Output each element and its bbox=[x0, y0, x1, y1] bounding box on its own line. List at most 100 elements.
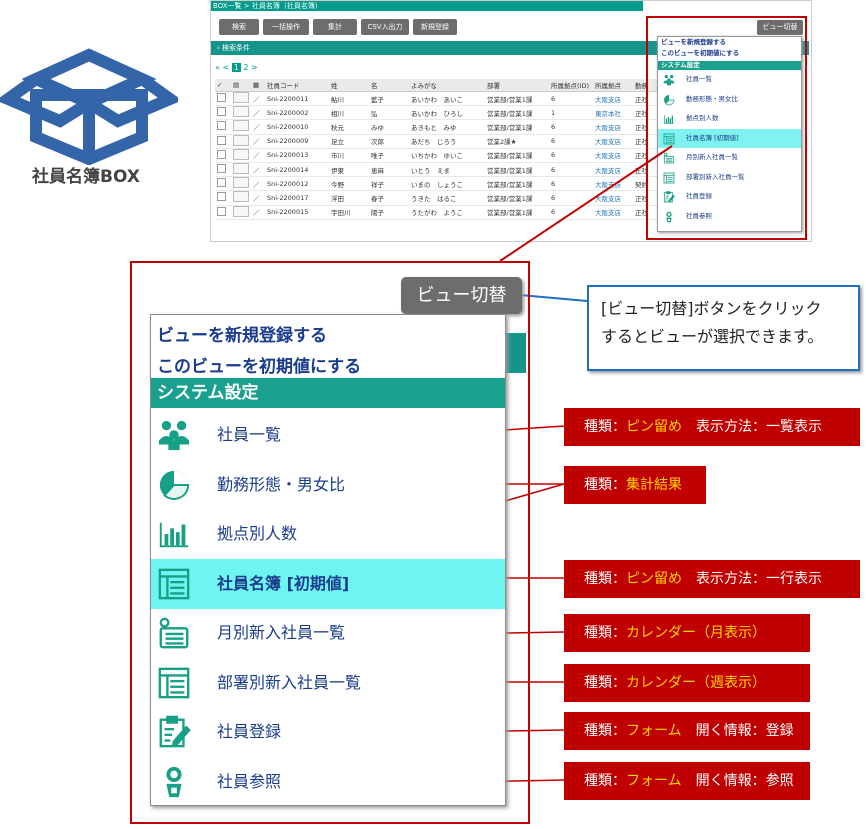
detail-icon[interactable] bbox=[231, 105, 251, 121]
col-header[interactable]: 部署 bbox=[485, 79, 549, 92]
col-header[interactable]: 所属拠点 bbox=[593, 79, 633, 92]
table-cell: 鮎川 bbox=[329, 91, 369, 107]
table-cell[interactable]: 大阪支店 bbox=[593, 148, 633, 163]
col-header[interactable]: 姓 bbox=[329, 79, 369, 92]
breadcrumb[interactable]: BOX一覧 > 社員名簿（社員名簿） bbox=[211, 1, 643, 11]
detail-icon[interactable] bbox=[231, 190, 251, 206]
set-default-view-link[interactable]: このビューを初期値にする bbox=[658, 48, 801, 59]
detail-icon[interactable] bbox=[231, 205, 251, 220]
view-menu-item[interactable]: 社員参照 bbox=[151, 757, 505, 807]
detail-icon[interactable] bbox=[231, 176, 251, 192]
detail-icon[interactable] bbox=[231, 91, 251, 107]
view-menu-item-small[interactable]: 社員一覧 bbox=[658, 70, 801, 90]
view-menu-item[interactable]: 月別新入社員一覧 bbox=[151, 608, 505, 658]
table-cell[interactable]: 大阪支店 bbox=[593, 176, 633, 192]
table-row[interactable]: ／ Sni-2200011 鮎川 藍子 あいかわ あいこ 営業部/営業1課 6 大阪支店 正社 bbox=[215, 91, 657, 107]
table-row[interactable]: ／ Sni-2200009 足立 次郎 あだち じろう 営業2課★ 6 大阪支店 正社 bbox=[215, 134, 657, 149]
table-cell[interactable]: 大阪支店 bbox=[593, 119, 633, 135]
check-all-header[interactable]: ✓ bbox=[215, 79, 231, 92]
row-checkbox[interactable] bbox=[215, 176, 231, 192]
table-cell: 宇田川 bbox=[329, 205, 369, 220]
edit-icon[interactable]: ／ bbox=[251, 190, 265, 206]
table-row[interactable]: ／ Sni-2200013 市川 唯子 いちかわ ゆいこ 営業部/営業1課 6 大阪支店 正社 bbox=[215, 148, 657, 163]
detail-icon[interactable] bbox=[231, 162, 251, 178]
edit-icon[interactable]: ／ bbox=[251, 134, 265, 149]
new-register-button[interactable]: 新規登録 bbox=[413, 19, 457, 35]
col-header[interactable]: 名 bbox=[369, 79, 409, 92]
view-menu-item[interactable]: 社員登録 bbox=[151, 707, 505, 757]
set-default-view-link[interactable]: このビューを初期値にする bbox=[157, 352, 361, 377]
table-cell[interactable]: 大阪支店 bbox=[593, 134, 633, 149]
row-checkbox[interactable] bbox=[215, 148, 231, 163]
pager-page-2[interactable]: 2 bbox=[243, 63, 248, 72]
view-menu-item[interactable]: 社員一覧 bbox=[151, 410, 505, 460]
view-menu-item-small[interactable]: 勤務形態・男女比 bbox=[658, 90, 801, 110]
table-row[interactable]: ／ Sni-2200014 伊東 恵麻 いとう えま 営業部/営業1課 6 大阪支店 正社 bbox=[215, 162, 657, 178]
view-menu-item[interactable]: 拠点別人数 bbox=[151, 509, 505, 559]
bar-chart-icon bbox=[157, 517, 193, 551]
pager-next[interactable]: > bbox=[251, 63, 258, 72]
table-cell: 営業部/営業1課 bbox=[485, 205, 549, 220]
table-cell: 浮田 bbox=[329, 190, 369, 206]
view-menu-item-small[interactable]: 社員参照 bbox=[658, 207, 801, 227]
col-header[interactable]: 所属拠点(ID) bbox=[549, 79, 593, 92]
view-switch-button[interactable]: ビュー切替 bbox=[401, 277, 522, 314]
edit-icon[interactable]: ／ bbox=[251, 176, 265, 192]
col-header[interactable]: よみがな bbox=[409, 79, 485, 92]
edit-icon[interactable]: ／ bbox=[251, 105, 265, 121]
tag-prefix: 種類： bbox=[584, 571, 626, 587]
table-row[interactable]: ／ Sni-2200017 浮田 春子 うきた はるこ 営業部/営業1課 6 大阪支店 正社 bbox=[215, 190, 657, 206]
table-cell: 恵麻 bbox=[369, 162, 409, 178]
row-checkbox[interactable] bbox=[215, 91, 231, 107]
table-cell[interactable]: 大阪支店 bbox=[593, 162, 633, 178]
row-checkbox[interactable] bbox=[215, 162, 231, 178]
table-row[interactable]: ／ Sni-2200002 相川弘あいかわ ひろし 営業部/営業1課 1 東京本社 正社 bbox=[215, 105, 657, 121]
table-cell[interactable]: 大阪支店 bbox=[593, 91, 633, 107]
edit-icon[interactable]: ／ bbox=[251, 91, 265, 107]
table-cell: 市川 bbox=[329, 148, 369, 163]
edit-icon[interactable]: ／ bbox=[251, 119, 265, 135]
view-switch-button-small[interactable]: ビュー切替 bbox=[757, 20, 803, 35]
pager-prev[interactable]: < bbox=[222, 63, 229, 72]
register-view-link[interactable]: ビューを新規登録する bbox=[157, 321, 327, 346]
table-row[interactable]: ／ Sni-2200015 宇田川 陽子 うたがわ ようこ 営業部/営業1課 6 大阪支店 正社 bbox=[215, 205, 657, 220]
view-menu-item-small[interactable]: 拠点別人数 bbox=[658, 109, 801, 129]
tag-prefix: 種類： bbox=[584, 625, 626, 641]
view-menu-item-small[interactable]: 部署別新入社員一覧 bbox=[658, 168, 801, 188]
table-cell[interactable]: 東京本社 bbox=[593, 105, 633, 121]
person-badge-icon bbox=[157, 765, 193, 799]
view-menu-item-small[interactable]: 社員名簿 [初期値] bbox=[658, 128, 801, 148]
view-menu-item[interactable]: 部署別新入社員一覧 bbox=[151, 658, 505, 708]
row-checkbox[interactable] bbox=[215, 134, 231, 149]
bar-chart-icon bbox=[663, 113, 675, 125]
pager-current[interactable]: 1 bbox=[231, 63, 241, 72]
pager-first[interactable]: « bbox=[215, 63, 220, 72]
table-row[interactable]: ／ Sni-2200010 秋元 みゆ あきもと みゆ 営業部/営業1課 6 大阪支店 正社 bbox=[215, 119, 657, 135]
row-checkbox[interactable] bbox=[215, 105, 231, 121]
edit-icon[interactable]: ／ bbox=[251, 162, 265, 178]
table-row[interactable]: ／ Sni-2200012 今野 祥子 いまの しょうこ 営業部/営業1課 6 大阪支店 契約 bbox=[215, 176, 657, 192]
row-checkbox[interactable] bbox=[215, 119, 231, 135]
row-checkbox[interactable] bbox=[215, 205, 231, 220]
edit-icon[interactable]: ／ bbox=[251, 205, 265, 220]
table-cell[interactable]: 大阪支店 bbox=[593, 205, 633, 220]
table-cell: Sni-2200010 bbox=[265, 119, 329, 135]
bulk-action-button[interactable]: 一括操作 bbox=[263, 19, 309, 35]
detail-icon[interactable] bbox=[231, 148, 251, 163]
table-cell: 相川 bbox=[329, 105, 369, 121]
view-menu-item-small[interactable]: 社員登録 bbox=[658, 187, 801, 207]
search-button[interactable]: 検索 bbox=[219, 19, 259, 35]
table-cell[interactable]: 大阪支店 bbox=[593, 190, 633, 206]
view-menu-item-label: 社員参照 bbox=[217, 771, 282, 791]
view-menu-item[interactable]: 勤務形態・男女比 bbox=[151, 460, 505, 510]
csv-button[interactable]: CSV入出力 bbox=[361, 19, 409, 35]
edit-icon[interactable]: ／ bbox=[251, 148, 265, 163]
row-checkbox[interactable] bbox=[215, 190, 231, 206]
view-menu-item-small[interactable]: 月別新入社員一覧 bbox=[658, 148, 801, 168]
col-header[interactable]: 社員コード bbox=[265, 79, 329, 92]
detail-icon[interactable] bbox=[231, 119, 251, 135]
register-view-link[interactable]: ビューを新規登録する bbox=[658, 37, 801, 48]
detail-icon[interactable] bbox=[231, 134, 251, 149]
view-menu-item[interactable]: 社員名簿 [初期値] bbox=[151, 558, 505, 609]
aggregate-button[interactable]: 集計 bbox=[313, 19, 357, 35]
